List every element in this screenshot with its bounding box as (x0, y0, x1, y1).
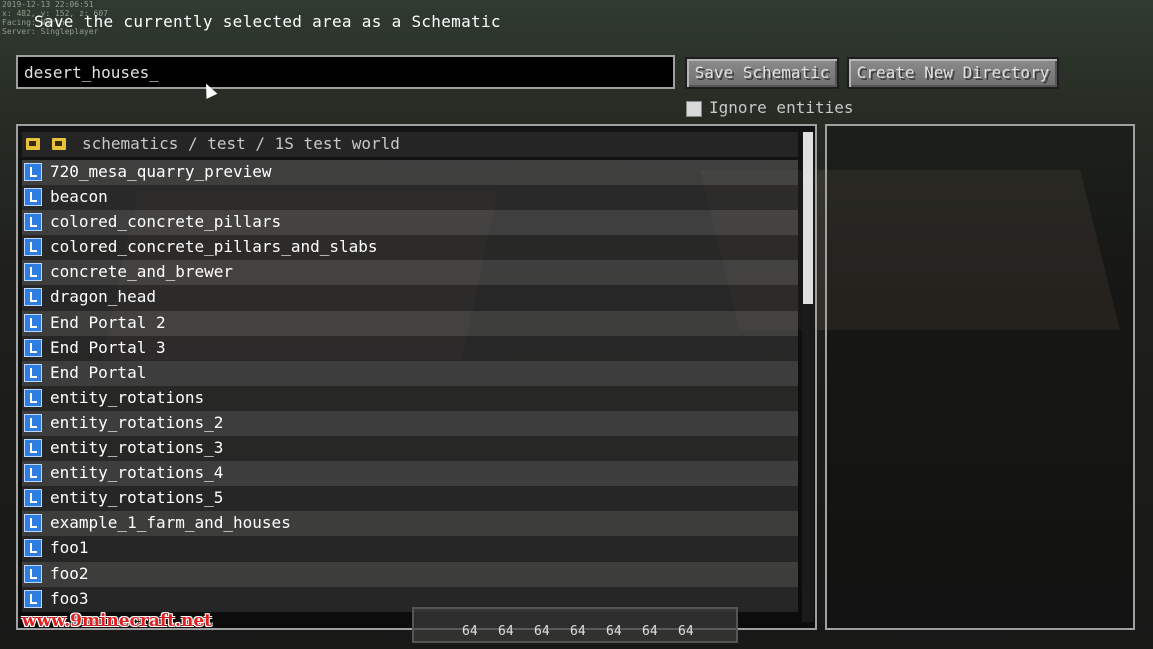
ignore-entities-checkbox[interactable] (686, 101, 702, 117)
file-name: entity_rotations (50, 387, 205, 407)
file-list-scrollbar[interactable] (802, 132, 814, 622)
schematic-file-icon (24, 489, 42, 508)
hotbar-slot-count: 64 (570, 624, 586, 639)
save-schematic-button[interactable]: Save Schematic (685, 57, 839, 89)
schematic-file-icon (24, 388, 42, 407)
file-name: End Portal 2 (50, 312, 166, 332)
breadcrumb-path: schematics / test / 1S test world (82, 134, 400, 153)
file-list: 720_mesa_quarry_previewbeacon colored_con… (22, 160, 798, 612)
scrollbar-thumb[interactable] (803, 132, 813, 304)
page-title: Save the currently selected area as a Sc… (34, 12, 501, 31)
hotbar-slot-count: 64 (642, 624, 658, 639)
list-item[interactable]: End Portal (22, 360, 798, 386)
file-name: End Portal (50, 362, 147, 382)
breadcrumb: schematics / test / 1S test world (22, 132, 798, 157)
list-item[interactable]: colored_concrete_pillars (22, 210, 798, 236)
file-name: beacon (50, 187, 108, 207)
ignore-entities-label: Ignore entities (709, 98, 854, 117)
schematic-file-icon (24, 539, 42, 558)
schematic-file-icon (24, 288, 42, 307)
folder-up-icon[interactable] (26, 138, 40, 150)
list-item[interactable]: colored_concrete_pillars_and_slabs (22, 235, 798, 261)
file-name: 720_mesa_quarry_preview (50, 162, 272, 181)
list-item[interactable]: End Portal 2 (22, 310, 798, 336)
list-item[interactable]: entity_rotations (22, 385, 798, 411)
list-item[interactable]: entity_rotations_4 (22, 461, 798, 487)
folder-root-icon[interactable] (52, 138, 66, 150)
list-item[interactable]: foo1 (22, 536, 798, 562)
schematic-file-icon (24, 188, 42, 207)
list-item[interactable]: concrete_and_brewer (22, 260, 798, 286)
file-browser: schematics / test / 1S test world 720_me… (16, 124, 817, 630)
list-item[interactable]: End Portal 3 (22, 335, 798, 361)
list-item[interactable]: foo2 (22, 561, 798, 587)
file-name: concrete_and_brewer (50, 262, 234, 282)
file-name: entity_rotations_3 (50, 438, 224, 458)
debug-line: 2019-12-13 22:06:51 (2, 0, 94, 9)
file-name: entity_rotations_5 (50, 488, 224, 508)
schematic-file-icon (24, 514, 42, 533)
hotbar-slot-count: 64 (606, 624, 622, 639)
schematic-file-icon (24, 263, 42, 282)
list-item[interactable]: beacon (22, 185, 798, 211)
schematic-file-icon (24, 464, 42, 483)
schematic-file-icon (24, 238, 42, 257)
list-item[interactable]: dragon_head (22, 285, 798, 311)
hotbar-slot-count: 64 (534, 624, 550, 639)
hotbar-slot-count: 64 (678, 624, 694, 639)
schematic-file-icon (24, 413, 42, 432)
file-name: colored_concrete_pillars (50, 212, 282, 232)
file-name: foo1 (50, 538, 89, 558)
hotbar: 64 64 64 64 64 64 64 (412, 607, 738, 643)
create-new-directory-button[interactable]: Create New Directory (847, 57, 1059, 89)
schematic-name-input[interactable] (16, 55, 675, 89)
schematic-file-icon (24, 564, 42, 583)
file-name: example_1_farm_and_houses (50, 513, 291, 533)
schematic-file-icon (24, 439, 42, 458)
schematic-file-icon (24, 313, 42, 332)
list-item[interactable]: example_1_farm_and_houses (22, 511, 798, 537)
list-item[interactable]: entity_rotations_2 (22, 410, 798, 437)
schematic-file-icon (24, 589, 42, 608)
schematic-file-icon (24, 163, 42, 181)
file-name: End Portal 3 (50, 337, 166, 357)
watermark: www.9minecraft.net (22, 611, 212, 631)
file-name: foo3 (50, 588, 89, 608)
file-name: entity_rotations_2 (50, 412, 224, 432)
file-name: colored_concrete_pillars_and_slabs (50, 237, 378, 257)
list-item[interactable]: 720_mesa_quarry_preview (22, 160, 798, 186)
file-name: dragon_head (50, 287, 156, 307)
schematic-file-icon (24, 213, 42, 232)
list-item[interactable]: entity_rotations_5 (22, 486, 798, 512)
schematic-file-icon (24, 338, 42, 357)
schematic-file-icon (24, 363, 42, 382)
file-name: foo2 (50, 563, 89, 583)
hotbar-slot-count: 64 (462, 624, 478, 639)
schematic-preview-panel (825, 124, 1135, 630)
hotbar-slot-count: 64 (498, 624, 514, 639)
file-name: entity_rotations_4 (50, 463, 224, 483)
list-item[interactable]: entity_rotations_3 (22, 436, 798, 462)
